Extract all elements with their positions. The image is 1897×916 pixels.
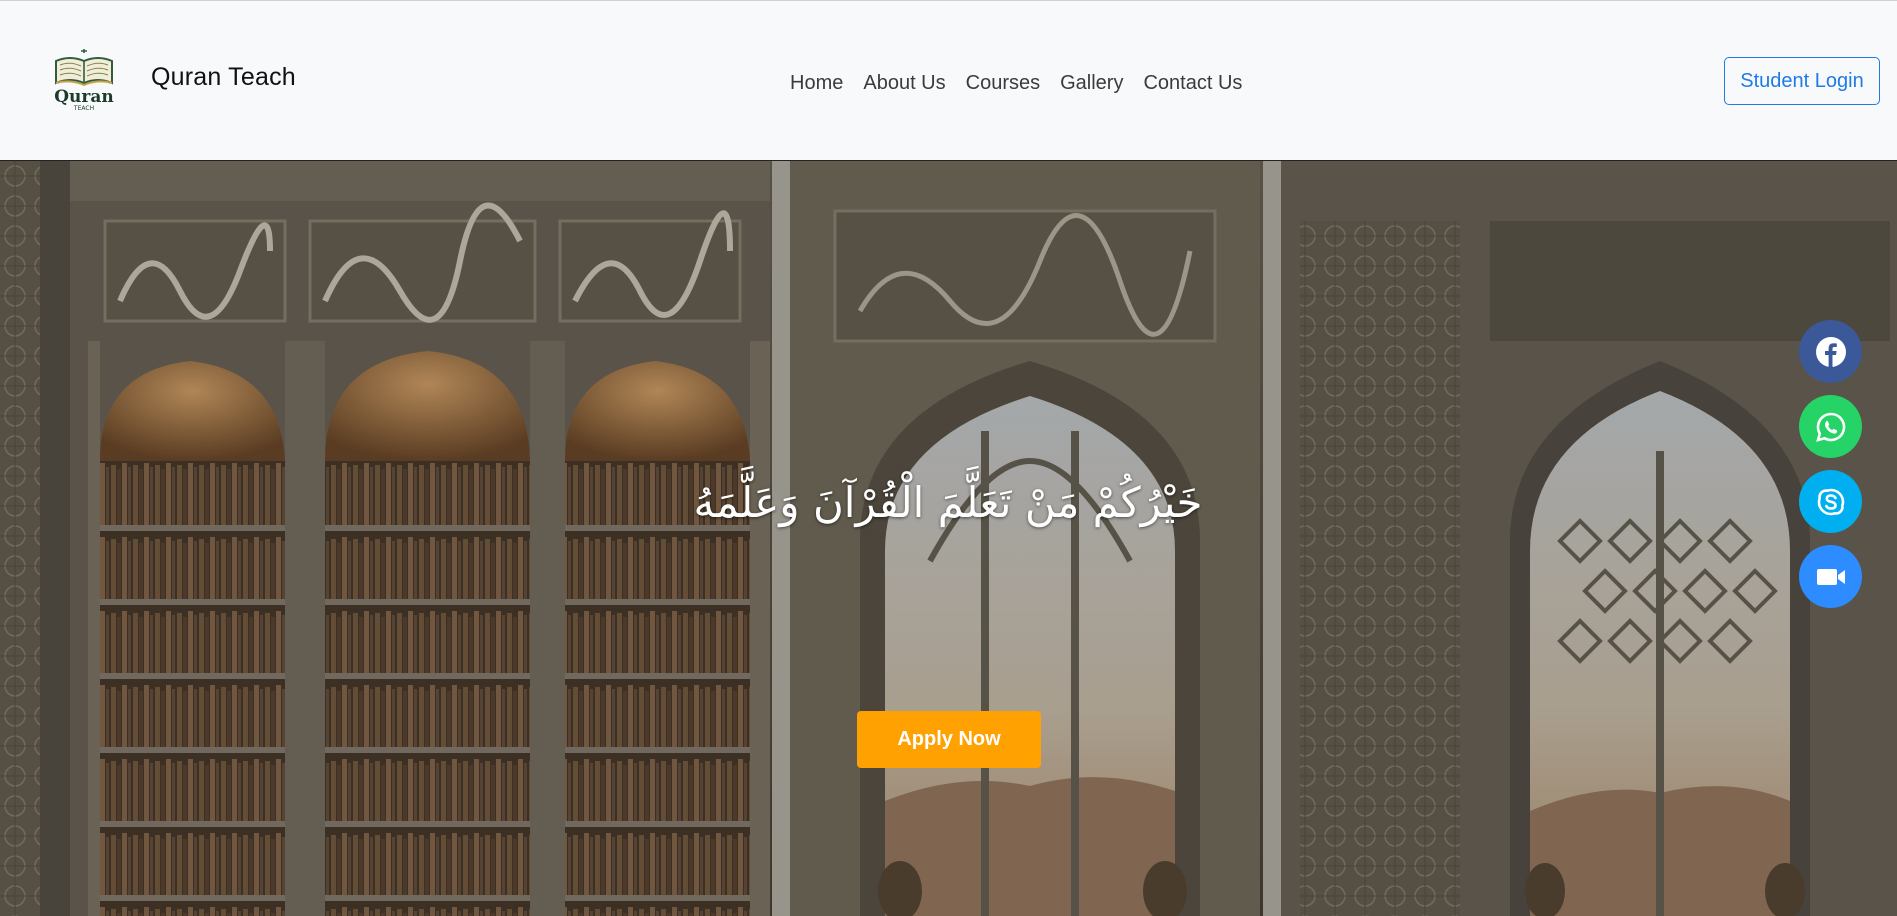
- navbar: Quran TEACH Quran Teach Home About Us Co…: [0, 0, 1897, 160]
- facebook-icon: [1815, 336, 1846, 367]
- facebook-button[interactable]: [1799, 320, 1862, 383]
- whatsapp-button[interactable]: [1799, 395, 1862, 458]
- student-login-button[interactable]: Student Login: [1724, 57, 1880, 105]
- hero-overlay: [0, 161, 1897, 916]
- social-floating-bar: [1799, 320, 1862, 608]
- skype-button[interactable]: [1799, 470, 1862, 533]
- nav-home[interactable]: Home: [790, 71, 853, 95]
- nav-courses[interactable]: Courses: [956, 71, 1050, 95]
- whatsapp-icon: [1815, 412, 1845, 442]
- nav-gallery[interactable]: Gallery: [1050, 71, 1133, 95]
- video-camera-icon: [1816, 568, 1845, 585]
- logo-word: Quran: [54, 87, 114, 107]
- logo-sub: TEACH: [73, 105, 94, 112]
- open-book-logo-icon[interactable]: Quran TEACH: [50, 47, 118, 113]
- zoom-button[interactable]: [1799, 545, 1862, 608]
- hero-section: [0, 160, 1897, 916]
- main-nav: Home About Us Courses Gallery Contact Us: [790, 71, 1252, 95]
- nav-about-us[interactable]: About Us: [853, 71, 955, 95]
- brand-name[interactable]: Quran Teach: [151, 63, 296, 92]
- nav-contact-us[interactable]: Contact Us: [1133, 71, 1252, 95]
- apply-now-button[interactable]: Apply Now: [857, 711, 1041, 768]
- hero-verse: خَيْرُكُمْ مَنْ تَعَلَّمَ الْقُرْآنَ وَع…: [693, 478, 1203, 527]
- skype-icon: [1817, 488, 1844, 515]
